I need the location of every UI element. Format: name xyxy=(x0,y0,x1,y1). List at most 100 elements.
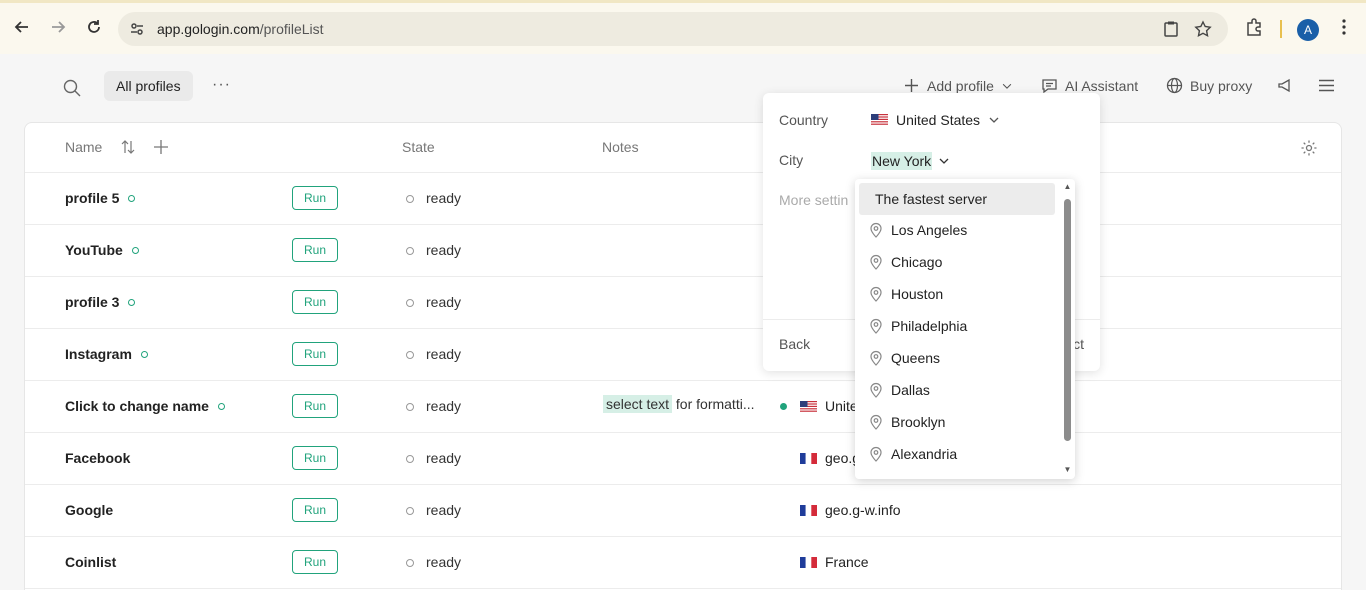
us-flag-icon xyxy=(800,400,817,412)
table-row[interactable]: Google Run ready geo.g-w.info xyxy=(25,485,1341,537)
country-label: Country xyxy=(779,112,829,128)
back-arrow-icon[interactable] xyxy=(10,15,34,39)
clipboard-icon[interactable] xyxy=(1162,20,1180,38)
dropdown-scrollbar[interactable]: ▲ ▼ xyxy=(1063,183,1072,475)
toolbar-separator xyxy=(1280,20,1282,38)
announcements-icon[interactable] xyxy=(1277,77,1294,94)
buy-proxy-button[interactable]: Buy proxy xyxy=(1166,77,1252,94)
option-philadelphia[interactable]: Philadelphia xyxy=(859,310,1055,342)
profile-name[interactable]: Click to change name xyxy=(65,398,225,414)
chevron-down-icon xyxy=(939,158,949,164)
globe-icon xyxy=(1166,77,1183,94)
profile-name[interactable]: Coinlist xyxy=(65,554,116,570)
option-alexandria[interactable]: Alexandria xyxy=(859,438,1055,470)
run-button[interactable]: Run xyxy=(292,550,338,574)
sort-icon[interactable] xyxy=(121,139,135,160)
profile-name[interactable]: profile 5 xyxy=(65,190,136,206)
option-houston[interactable]: Houston xyxy=(859,278,1055,310)
option-brooklyn[interactable]: Brooklyn xyxy=(859,406,1055,438)
run-button[interactable]: Run xyxy=(292,498,338,522)
column-name-header[interactable]: Name xyxy=(65,139,102,155)
table-row[interactable]: Coinlist Run ready France xyxy=(25,537,1341,589)
proxy-text: France xyxy=(825,554,869,570)
table-row[interactable]: profile 3 Run ready xyxy=(25,277,1341,329)
fr-flag-icon xyxy=(800,556,817,568)
chevron-down-icon xyxy=(1002,83,1012,89)
run-button[interactable]: Run xyxy=(292,186,338,210)
gear-icon[interactable] xyxy=(1300,139,1318,162)
run-button[interactable]: Run xyxy=(292,238,338,262)
location-pin-icon xyxy=(870,350,882,366)
back-button[interactable]: Back xyxy=(779,336,810,352)
location-pin-icon xyxy=(870,382,882,398)
plus-icon xyxy=(905,79,918,92)
state-indicator xyxy=(406,507,414,515)
profile-name[interactable]: Facebook xyxy=(65,450,130,466)
notes-cell[interactable]: select text for formatti... xyxy=(603,395,755,413)
proxy-text: geo.g-w.info xyxy=(825,502,901,518)
scroll-down-arrow-icon[interactable]: ▼ xyxy=(1063,466,1072,474)
reload-icon[interactable] xyxy=(82,15,106,39)
scrollbar-thumb[interactable] xyxy=(1064,199,1071,441)
bookmark-star-icon[interactable] xyxy=(1194,20,1212,38)
browser-menu-icon[interactable] xyxy=(1334,17,1356,39)
note-highlight: select text xyxy=(603,395,673,413)
option-chicago[interactable]: Chicago xyxy=(859,246,1055,278)
option-los-angeles[interactable]: Los Angeles xyxy=(859,214,1055,246)
country-select[interactable]: United States xyxy=(871,112,1000,128)
extensions-icon[interactable] xyxy=(1244,17,1266,39)
profile-name[interactable]: YouTube xyxy=(65,242,139,258)
state-text: ready xyxy=(426,242,462,258)
status-dot xyxy=(140,350,148,358)
table-row[interactable]: Instagram Run ready xyxy=(25,329,1341,381)
profile-avatar[interactable]: A xyxy=(1297,19,1319,41)
state-text: ready xyxy=(426,346,462,362)
table-row[interactable]: YouTube Run ready xyxy=(25,225,1341,277)
option-dallas[interactable]: Dallas xyxy=(859,374,1055,406)
profiles-table: Name State Notes profile 5 Run ready You… xyxy=(24,122,1342,590)
state-indicator xyxy=(406,195,414,203)
state-text: ready xyxy=(426,398,462,414)
forward-arrow-icon[interactable] xyxy=(46,15,70,39)
status-dot xyxy=(128,298,136,306)
address-bar[interactable]: app.gologin.com/profileList xyxy=(118,12,1228,46)
profile-name[interactable]: profile 3 xyxy=(65,294,136,310)
buy-proxy-label: Buy proxy xyxy=(1190,77,1253,94)
site-settings-icon[interactable] xyxy=(128,20,146,38)
city-label: City xyxy=(779,152,804,168)
option-queens[interactable]: Queens xyxy=(859,342,1055,374)
location-pin-icon xyxy=(870,286,882,302)
run-button[interactable]: Run xyxy=(292,446,338,470)
column-notes-header[interactable]: Notes xyxy=(602,139,639,155)
profile-name[interactable]: Instagram xyxy=(65,346,148,362)
hamburger-menu-icon[interactable] xyxy=(1318,77,1335,94)
add-column-icon[interactable] xyxy=(153,139,169,160)
table-row[interactable]: Click to change name Run ready select te… xyxy=(25,381,1341,433)
option-fastest-server[interactable]: The fastest server xyxy=(859,183,1055,215)
run-button[interactable]: Run xyxy=(292,290,338,314)
more-options-icon[interactable]: ··· xyxy=(212,76,231,94)
proxy-text: Unite xyxy=(825,398,858,414)
note-text: for formatti... xyxy=(672,396,755,412)
search-icon[interactable] xyxy=(62,78,82,98)
table-row[interactable]: Facebook Run ready geo.g xyxy=(25,433,1341,485)
location-pin-icon xyxy=(870,222,882,238)
column-state-header[interactable]: State xyxy=(402,139,435,155)
city-dropdown-list[interactable]: The fastest server Los Angeles Chicago H… xyxy=(855,179,1075,479)
scroll-up-arrow-icon[interactable]: ▲ xyxy=(1063,183,1072,191)
add-profile-button[interactable]: Add profile xyxy=(903,77,1013,94)
city-select[interactable]: New York xyxy=(871,152,950,170)
more-settings-link[interactable]: More settin xyxy=(779,192,848,208)
tab-all-profiles[interactable]: All profiles xyxy=(104,71,193,101)
url-text: app.gologin.com/profileList xyxy=(157,21,324,37)
table-row[interactable]: profile 5 Run ready xyxy=(25,173,1341,225)
run-button[interactable]: Run xyxy=(292,342,338,366)
state-indicator xyxy=(406,403,414,411)
location-pin-icon xyxy=(870,446,882,462)
run-button[interactable]: Run xyxy=(292,394,338,418)
status-dot xyxy=(217,402,225,410)
profile-name[interactable]: Google xyxy=(65,502,113,518)
city-value: New York xyxy=(871,152,933,170)
ai-assistant-button[interactable]: AI Assistant xyxy=(1041,77,1138,94)
country-value: United States xyxy=(896,112,981,128)
